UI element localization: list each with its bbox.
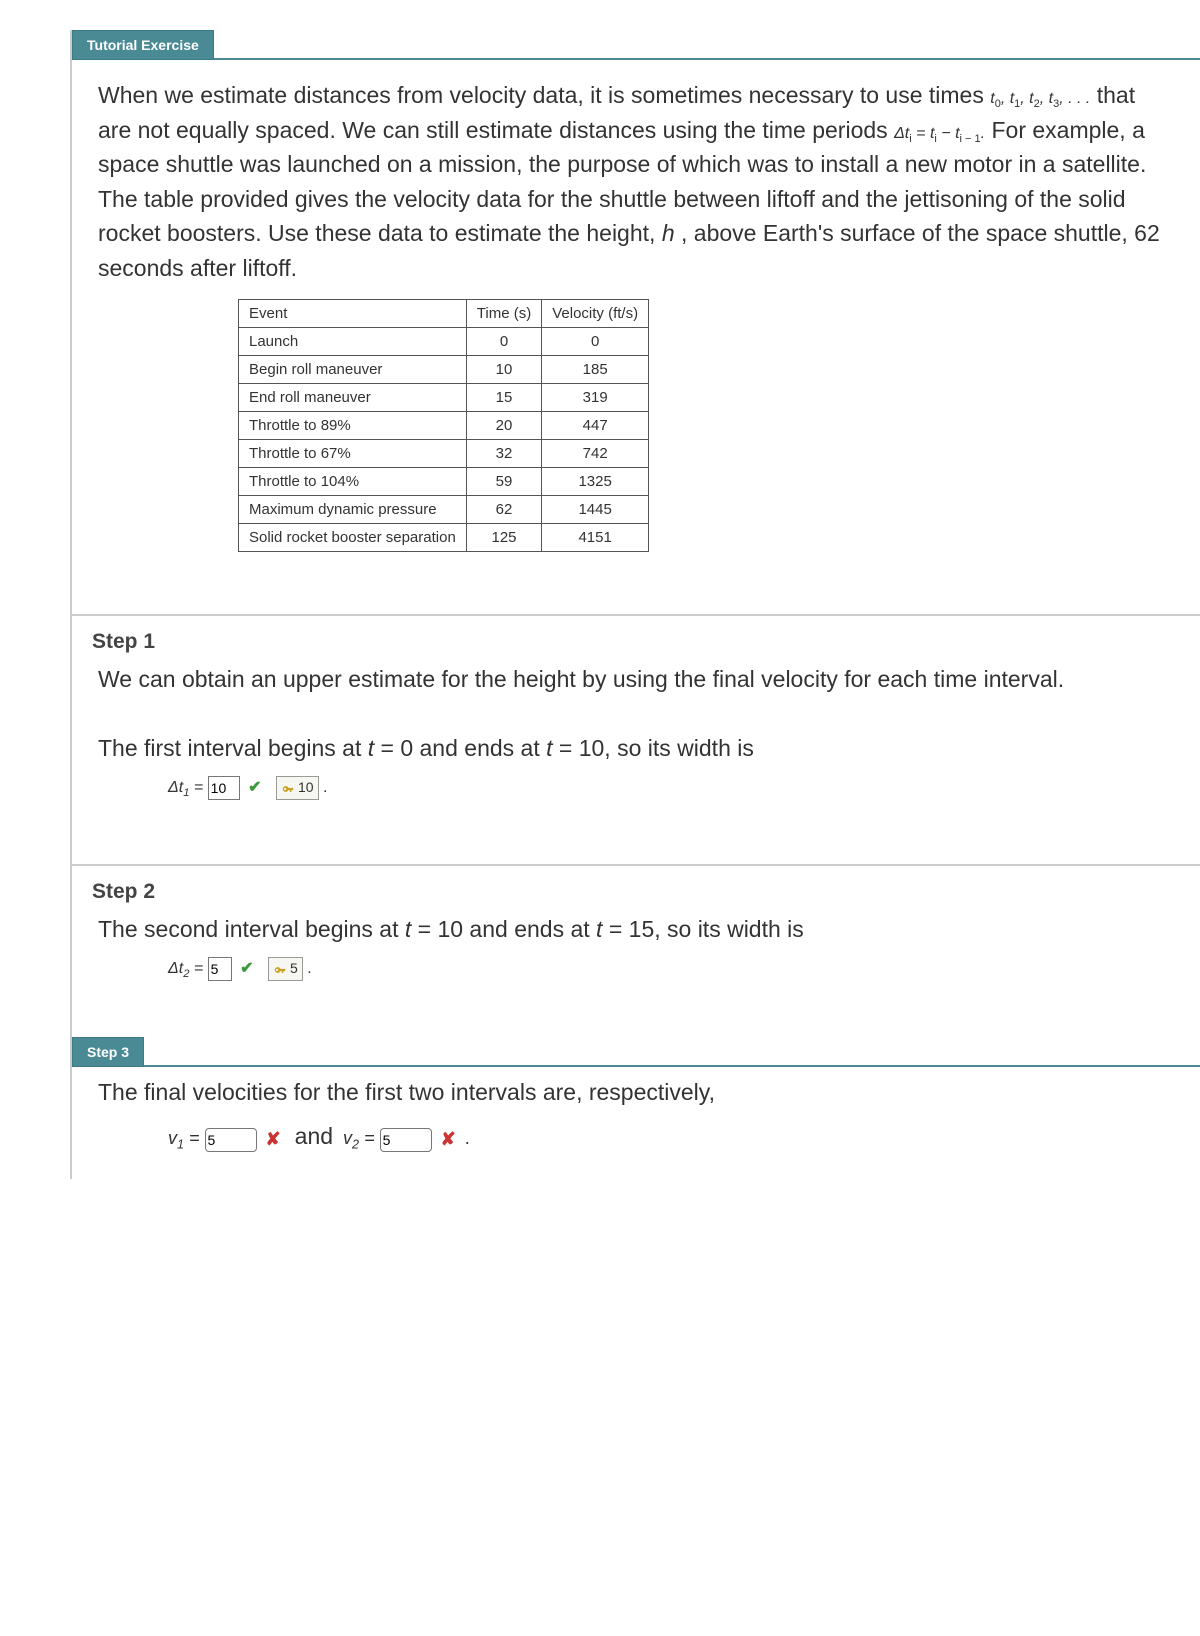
step-1-heading: Step 1	[72, 616, 1200, 654]
table-row: Solid rocket booster separation1254151	[239, 524, 649, 552]
step-3-block: Step 3 The final velocities for the firs…	[72, 1037, 1200, 1179]
check-icon: ✔	[248, 779, 261, 796]
v1-input[interactable]	[205, 1128, 257, 1152]
delta-t1-input[interactable]	[208, 776, 240, 800]
period: .	[323, 779, 327, 796]
v1-label: v1 =	[168, 1128, 205, 1148]
step-2-block: Step 2 The second interval begins at t =…	[72, 864, 1200, 1007]
time-variables: t0, t1, t2, t3, . . .	[990, 90, 1090, 107]
table-header-time: Time (s)	[466, 300, 541, 328]
table-row: Launch00	[239, 328, 649, 356]
hint-value-1: 10	[298, 777, 314, 798]
velocity-table: Event Time (s) Velocity (ft/s) Launch00 …	[238, 299, 649, 552]
table-row: Maximum dynamic pressure621445	[239, 496, 649, 524]
delta-t2-input[interactable]	[208, 957, 232, 981]
delta-t2-label: Δt2 =	[168, 960, 208, 977]
key-icon	[273, 962, 287, 976]
table-row: Throttle to 104%591325	[239, 468, 649, 496]
problem-statement: When we estimate distances from velocity…	[98, 78, 1174, 285]
tutorial-exercise-tab: Tutorial Exercise	[72, 30, 214, 60]
h-variable: h	[662, 220, 675, 246]
hint-box-1[interactable]: 10	[276, 776, 319, 800]
tab-divider	[214, 56, 1200, 60]
cross-icon: ✘	[266, 1129, 281, 1149]
hint-value-2: 5	[290, 958, 298, 979]
period: .	[307, 960, 311, 977]
check-icon: ✔	[240, 960, 253, 977]
problem-text-1: When we estimate distances from velocity…	[98, 82, 990, 108]
table-row: Begin roll maneuver10185	[239, 356, 649, 384]
and-text: and	[295, 1123, 333, 1149]
key-icon	[281, 781, 295, 795]
tab-divider	[144, 1063, 1200, 1067]
step-2-text: The second interval begins at t = 10 and…	[98, 912, 1174, 947]
hint-box-2[interactable]: 5	[268, 957, 303, 981]
v2-label: v2 =	[343, 1128, 380, 1148]
table-header-event: Event	[239, 300, 467, 328]
step-3-text: The final velocities for the first two i…	[98, 1075, 1174, 1110]
table-row: Throttle to 89%20447	[239, 412, 649, 440]
step-1-text-1: We can obtain an upper estimate for the …	[98, 662, 1174, 697]
delta-t1-label: Δt1 =	[168, 779, 208, 796]
step-1-block: Step 1 We can obtain an upper estimate f…	[72, 614, 1200, 826]
period: .	[465, 1128, 470, 1148]
table-row: Throttle to 67%32742	[239, 440, 649, 468]
cross-icon: ✘	[441, 1129, 456, 1149]
v2-input[interactable]	[380, 1128, 432, 1152]
table-header-velocity: Velocity (ft/s)	[542, 300, 649, 328]
delta-t-definition: Δti = ti − ti − 1.	[894, 125, 985, 142]
step-3-tab: Step 3	[72, 1037, 144, 1067]
table-row: End roll maneuver15319	[239, 384, 649, 412]
step-2-heading: Step 2	[72, 866, 1200, 904]
step-1-text-2: The first interval begins at t = 0 and e…	[98, 731, 1174, 766]
